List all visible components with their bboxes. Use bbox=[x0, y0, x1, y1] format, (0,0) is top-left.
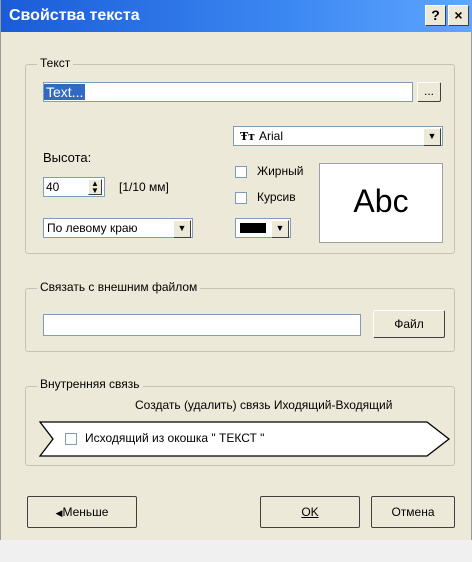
truetype-font-icon: Ŧт bbox=[240, 129, 256, 143]
browse-button[interactable]: ... bbox=[417, 82, 441, 102]
alignment-select[interactable]: По левому краю ▼ bbox=[43, 218, 193, 238]
text-properties-dialog: Свойства текста ? × Текст Text... ... Ŧт… bbox=[0, 0, 472, 540]
cancel-button[interactable]: Отмена bbox=[371, 496, 455, 528]
italic-label: Курсив bbox=[257, 190, 296, 204]
outgoing-label: Исходящий из окошка " ТЕКСТ " bbox=[85, 431, 265, 445]
text-input-value: Text... bbox=[44, 84, 86, 100]
color-swatch bbox=[240, 223, 266, 233]
ok-button[interactable]: OK bbox=[260, 496, 360, 528]
bold-label: Жирный bbox=[257, 164, 304, 178]
outgoing-checkbox[interactable] bbox=[65, 433, 77, 445]
dialog-title: Свойства текста bbox=[9, 7, 140, 24]
file-button[interactable]: Файл bbox=[373, 310, 445, 338]
create-link-label: Создать (удалить) связь Иходящий-Входящи… bbox=[135, 398, 393, 412]
help-button[interactable]: ? bbox=[425, 5, 446, 26]
close-button[interactable]: × bbox=[448, 5, 469, 26]
less-button[interactable]: ◀Меньше bbox=[27, 496, 137, 528]
file-link-group-label: Связать с внешним файлом bbox=[37, 280, 201, 294]
height-label: Высота: bbox=[43, 150, 92, 165]
file-path-input[interactable] bbox=[43, 314, 361, 336]
internal-link-group-label: Внутренняя связь bbox=[37, 377, 143, 391]
chevron-down-icon: ▼ bbox=[173, 220, 191, 238]
alignment-value: По левому краю bbox=[47, 221, 138, 235]
title-bar[interactable]: Свойства текста ? × bbox=[1, 0, 472, 32]
spin-arrows-icon[interactable]: ▲ ▼ bbox=[88, 179, 102, 195]
font-preview: Abc bbox=[319, 163, 443, 243]
text-input[interactable]: Text... bbox=[43, 82, 413, 102]
chevron-down-icon: ▼ bbox=[423, 128, 441, 146]
height-units-label: [1/10 мм] bbox=[119, 180, 169, 194]
bold-checkbox[interactable] bbox=[235, 166, 247, 178]
font-name: Arial bbox=[259, 129, 284, 143]
color-select[interactable]: ▼ bbox=[235, 218, 291, 238]
text-group-label: Текст bbox=[37, 56, 74, 70]
height-value: 40 bbox=[46, 180, 60, 194]
chevron-down-icon: ▼ bbox=[271, 220, 289, 238]
height-spinner[interactable]: 40 ▲ ▼ bbox=[43, 177, 105, 197]
less-button-label: Меньше bbox=[62, 505, 109, 519]
bottom-strip bbox=[0, 540, 472, 562]
font-select[interactable]: Ŧт Arial ▼ bbox=[233, 126, 443, 146]
italic-checkbox[interactable] bbox=[235, 192, 247, 204]
ok-button-label: OK bbox=[301, 505, 319, 519]
